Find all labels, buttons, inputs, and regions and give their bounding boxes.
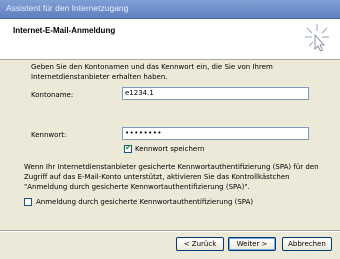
spa-line-2: Zugriff auf das E-Mail-Konto unterstützt…	[24, 173, 290, 181]
spa-line-1: Wenn Ihr Internetdienstanbieter gesicher…	[24, 163, 319, 171]
spa-checkbox[interactable]	[24, 198, 32, 206]
wizard-sparkle-icon	[305, 24, 329, 52]
wizard-header: Internet-E-Mail-Anmeldung	[0, 19, 340, 60]
checkmark-icon: ✔	[125, 143, 132, 152]
window-title: Assistent für den Internetzugang	[6, 3, 129, 13]
next-button[interactable]: Weiter >	[228, 237, 276, 251]
remember-password-label: Kennwort speichern	[135, 145, 205, 153]
title-bar: Assistent für den Internetzugang	[0, 0, 340, 19]
intro-text: Geben Sie den Kontonamen und das Kennwor…	[31, 62, 311, 82]
spa-description: Wenn Ihr Internetdienstanbieter gesicher…	[24, 162, 330, 192]
password-label: Kennwort:	[31, 131, 67, 139]
intro-line-2: Internetdienstanbieter erhalten haben.	[31, 73, 168, 81]
intro-line-1: Geben Sie den Kontonamen und das Kennwor…	[31, 63, 273, 71]
remember-password-checkbox[interactable]: ✔	[124, 143, 132, 153]
page-title: Internet-E-Mail-Anmeldung	[13, 26, 116, 35]
spa-line-3: "Anmeldung durch gesicherte Kennwortauth…	[24, 183, 250, 191]
footer-separator	[0, 230, 340, 232]
cancel-button[interactable]: Abbrechen	[282, 237, 332, 251]
account-name-input[interactable]: e1234.1	[122, 87, 309, 100]
back-button[interactable]: < Zurück	[176, 237, 224, 251]
account-name-label: Kontoname:	[31, 91, 74, 99]
wizard-content: Geben Sie den Kontonamen und das Kennwor…	[0, 60, 340, 230]
spa-checkbox-label: Anmeldung durch gesicherte Kennwortauthe…	[36, 198, 254, 206]
password-input[interactable]: ••••••••	[122, 127, 309, 140]
